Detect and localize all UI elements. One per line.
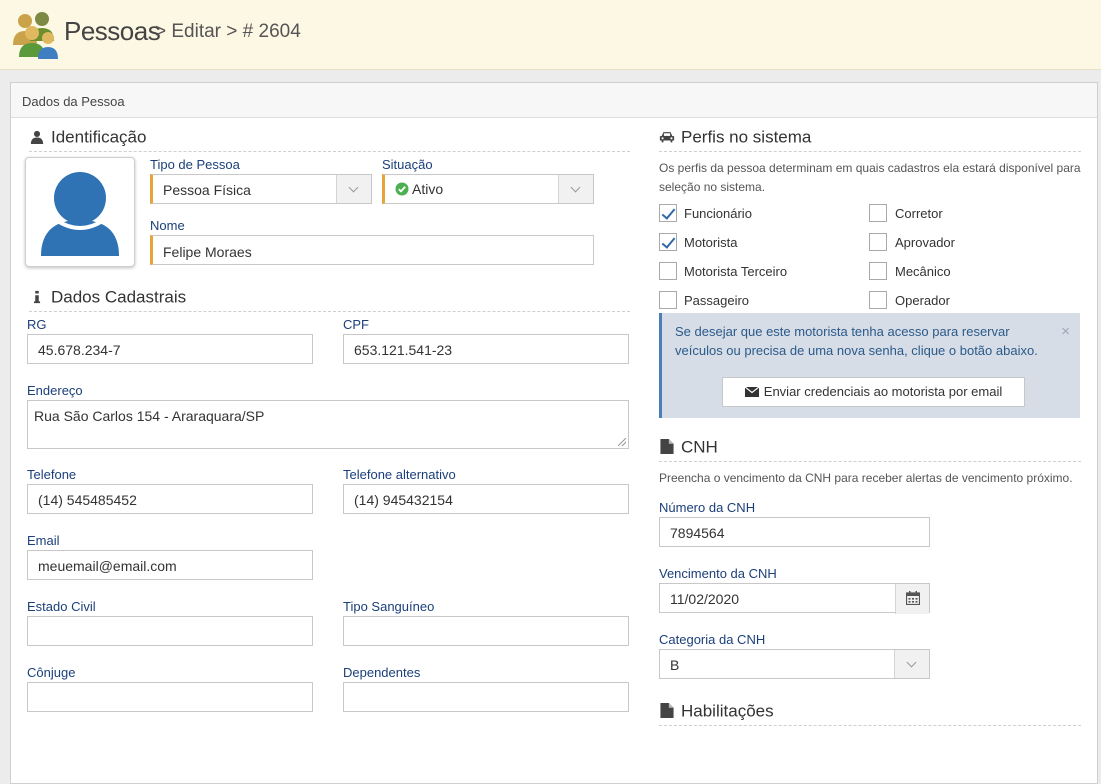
close-icon[interactable]: × [1061,323,1070,340]
numero-cnh-input[interactable]: 7894564 [659,517,930,547]
nome-input[interactable]: Felipe Moraes [150,235,594,265]
email-input[interactable]: meuemail@email.com [27,550,313,580]
file-icon [660,439,674,454]
aprovador-checkbox[interactable] [869,233,887,251]
perfis-description: Os perfis da pessoa determinam em quais … [659,161,1081,194]
telefone-alt-label: Telefone alternativo [343,467,456,482]
telefone-label: Telefone [27,467,77,482]
vencimento-cnh-input[interactable]: 11/02/2020 [659,583,930,614]
situacao-value: Ativo [412,181,444,197]
vencimento-cnh-label: Vencimento da CNH [659,566,777,581]
panel-header: Dados da Pessoa [11,83,1097,118]
avatar[interactable] [25,157,135,267]
operador-label[interactable]: Operador [895,293,950,308]
envelope-icon [744,387,759,397]
motorista-checkbox[interactable] [659,233,677,251]
tipo-pessoa-select[interactable]: Pessoa Física [150,174,372,204]
operador-checkbox[interactable] [869,291,887,309]
section-dados-cadastrais: Dados Cadastrais [29,287,630,312]
corretor-checkbox[interactable] [869,204,887,222]
categoria-cnh-label: Categoria da CNH [659,632,766,647]
conjuge-label: Cônjuge [27,665,76,680]
corretor-label[interactable]: Corretor [895,206,943,221]
cpf-input[interactable]: 653.121.541-23 [343,334,629,364]
page-header: Pessoas > Editar > # 2604 [0,0,1101,70]
rg-label: RG [27,317,47,332]
alert-message: Se desejar que este motorista tenha aces… [675,324,1038,358]
section-habilitacoes: Habilitações [659,701,1081,726]
categoria-cnh-select[interactable]: B [659,649,930,679]
calendar-glyph-icon [906,591,920,605]
info-icon [33,290,41,304]
motorista-label[interactable]: Motorista [684,235,737,250]
situacao-label: Situação [382,157,433,172]
situacao-select[interactable]: Ativo [382,174,594,204]
breadcrumb: > Editar > # 2604 [155,21,301,42]
email-label: Email [27,533,60,548]
tipo-sanguineo-label: Tipo Sanguíneo [343,599,435,614]
file-icon [660,703,674,718]
tipo-pessoa-label: Tipo de Pessoa [150,157,240,172]
people-group-icon [13,12,58,59]
motorista-terceiro-checkbox[interactable] [659,262,677,280]
telefone-alt-input[interactable]: (14) 945432154 [343,484,629,514]
passageiro-label[interactable]: Passageiro [684,293,749,308]
rg-input[interactable]: 45.678.234-7 [27,334,313,364]
endereco-label: Endereço [27,383,83,398]
cpf-label: CPF [343,317,369,332]
check-circle-icon [395,182,409,196]
estado-civil-input[interactable] [27,616,313,646]
calendar-icon[interactable] [895,584,929,614]
section-identificacao: Identificação [29,127,630,152]
nome-label: Nome [150,218,185,233]
mecanico-label[interactable]: Mecânico [895,264,951,279]
funcionario-checkbox[interactable] [659,204,677,222]
credentials-alert: Se desejar que este motorista tenha aces… [659,313,1080,418]
chevron-down-icon[interactable] [336,175,371,203]
section-cnh: CNH [659,437,1081,462]
cnh-description: Preencha o vencimento da CNH para recebe… [659,471,1073,485]
numero-cnh-label: Número da CNH [659,500,756,515]
send-credentials-button[interactable]: Enviar credenciais ao motorista por emai… [722,377,1025,407]
aprovador-label[interactable]: Aprovador [895,235,955,250]
resize-grip-icon[interactable] [618,438,626,446]
conjuge-input[interactable] [27,682,313,712]
panel-title: Dados da Pessoa [22,94,125,109]
passageiro-checkbox[interactable] [659,291,677,309]
chevron-down-icon[interactable] [558,175,593,203]
estado-civil-label: Estado Civil [27,599,96,614]
mecanico-checkbox[interactable] [869,262,887,280]
dependentes-label: Dependentes [343,665,421,680]
car-icon [659,132,675,143]
person-silhouette-icon [41,172,119,256]
telefone-input[interactable]: (14) 545485452 [27,484,313,514]
tipo-pessoa-value: Pessoa Física [163,182,251,198]
section-perfis: Perfis no sistema [659,127,1081,152]
endereco-textarea[interactable]: Rua São Carlos 154 - Araraquara/SP [27,400,629,449]
chevron-down-icon[interactable] [894,650,929,678]
motorista-terceiro-label[interactable]: Motorista Terceiro [684,264,787,279]
user-icon [30,130,44,144]
page-title: Pessoas [64,16,161,46]
funcionario-label[interactable]: Funcionário [684,206,752,221]
tipo-sanguineo-input[interactable] [343,616,629,646]
dependentes-input[interactable] [343,682,629,712]
